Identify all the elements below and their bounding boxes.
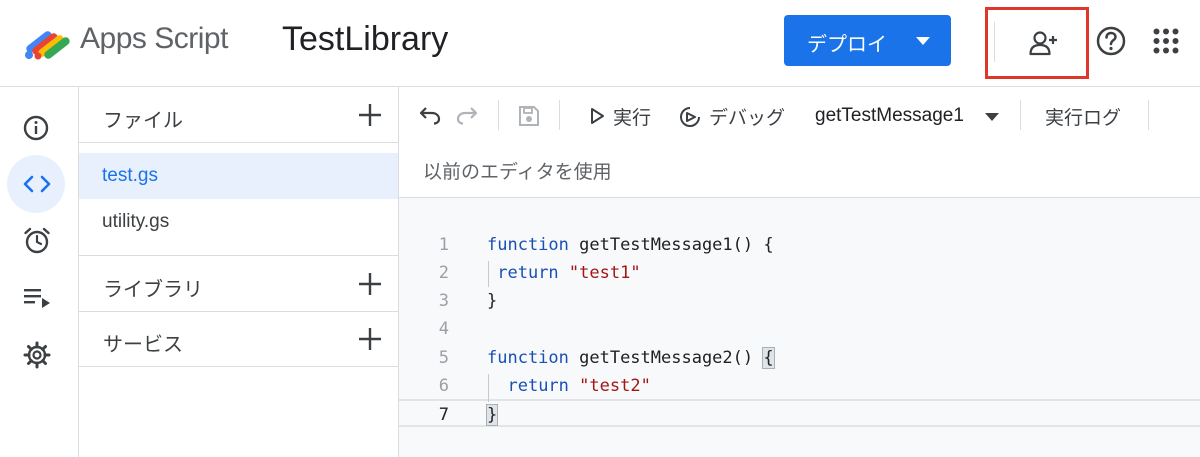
add-person-icon xyxy=(1029,31,1057,56)
libraries-section-label: ライブラリ xyxy=(103,279,203,301)
apps-grid-icon[interactable] xyxy=(1153,28,1179,54)
share-button-highlight[interactable] xyxy=(985,7,1089,79)
project-title[interactable]: TestLibrary xyxy=(282,20,448,59)
file-item-utility-gs[interactable]: utility.gs xyxy=(79,199,398,245)
rail-item-executions[interactable] xyxy=(7,269,65,327)
function-select[interactable]: getTestMessage1 xyxy=(815,105,1005,131)
apps-script-logo[interactable] xyxy=(22,20,72,62)
help-icon[interactable] xyxy=(1095,25,1127,57)
services-section-header: サービス xyxy=(79,311,398,367)
file-name: test.gs xyxy=(102,165,158,186)
services-section-label: サービス xyxy=(103,334,183,356)
rail-item-editor[interactable] xyxy=(7,155,65,213)
execution-log-button[interactable]: 実行ログ xyxy=(1045,103,1121,130)
undo-icon[interactable] xyxy=(419,105,441,125)
code-line: 5 function getTestMessage2() { xyxy=(399,344,1200,372)
code-editor[interactable]: 1 function getTestMessage1() { 2 return … xyxy=(399,198,1200,457)
line-number: 6 xyxy=(438,376,449,396)
alarm-icon xyxy=(24,227,50,254)
divider xyxy=(1148,100,1149,130)
add-service-icon[interactable] xyxy=(358,327,382,351)
files-panel: ファイル test.gs utility.gs ライブラリ サービス xyxy=(79,87,399,457)
indent-guide xyxy=(488,261,489,287)
deploy-button[interactable]: デプロイ xyxy=(784,15,951,66)
nav-rail xyxy=(0,87,79,457)
indent-guide xyxy=(488,374,489,402)
code-text: return "test1" xyxy=(497,263,641,283)
code-line: 3 } xyxy=(399,287,1200,315)
legacy-editor-link[interactable]: 以前のエディタを使用 xyxy=(423,157,612,184)
code-text: function getTestMessage2() { xyxy=(487,347,775,369)
function-select-value: getTestMessage1 xyxy=(815,105,964,126)
editor-toolbar: 実行 デバッグ getTestMessage1 実行ログ 以前のエディタを使用 xyxy=(399,87,1200,198)
redo-icon[interactable] xyxy=(456,105,478,125)
rail-item-triggers[interactable] xyxy=(7,211,65,269)
rail-item-settings[interactable] xyxy=(7,325,65,383)
debug-icon xyxy=(680,107,700,127)
divider xyxy=(1020,100,1021,130)
line-number: 1 xyxy=(438,235,449,255)
add-file-icon[interactable] xyxy=(358,103,382,127)
code-line-current: 7 } xyxy=(399,399,1200,427)
file-name: utility.gs xyxy=(102,211,170,232)
brand-name: Apps Script xyxy=(80,22,228,55)
code-line: 1 function getTestMessage1() { xyxy=(399,231,1200,259)
rail-item-overview[interactable] xyxy=(7,99,65,157)
libraries-section-header: ライブラリ xyxy=(79,255,398,312)
divider xyxy=(498,100,499,130)
chevron-down-icon xyxy=(985,113,999,121)
line-number: 7 xyxy=(438,405,449,425)
add-library-icon[interactable] xyxy=(358,272,382,296)
info-icon xyxy=(23,115,49,141)
top-bar: Apps Script TestLibrary デプロイ xyxy=(0,0,1200,87)
code-line: 6 return "test2" xyxy=(399,372,1200,400)
code-text: } xyxy=(487,291,498,311)
line-number: 5 xyxy=(438,348,449,368)
play-list-icon xyxy=(24,289,50,308)
code-text: function getTestMessage1() { xyxy=(487,235,774,255)
code-icon xyxy=(23,175,51,193)
line-number: 2 xyxy=(438,263,449,283)
gear-icon xyxy=(23,341,51,369)
file-item-test-gs[interactable]: test.gs xyxy=(79,153,398,199)
deploy-label: デプロイ xyxy=(807,34,887,56)
code-line: 4 xyxy=(399,315,1200,343)
code-text: } xyxy=(485,404,499,426)
run-label: 実行 xyxy=(613,108,652,129)
play-icon xyxy=(591,108,604,124)
files-section-label: ファイル xyxy=(103,110,183,132)
code-line: 2 return "test1" xyxy=(399,259,1200,287)
line-number: 4 xyxy=(438,319,449,339)
code-text: return "test2" xyxy=(507,376,651,396)
save-icon[interactable] xyxy=(517,104,541,128)
files-section-header: ファイル xyxy=(79,87,398,143)
line-number: 3 xyxy=(438,291,449,311)
chevron-down-icon xyxy=(916,37,930,45)
divider xyxy=(559,100,560,130)
debug-label: デバッグ xyxy=(709,108,786,129)
